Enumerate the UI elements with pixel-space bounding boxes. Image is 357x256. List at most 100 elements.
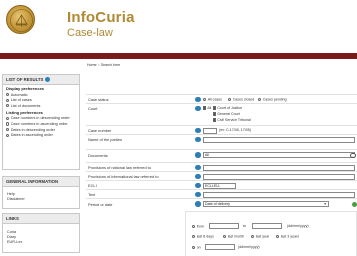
listing-option-case-desc[interactable]: Case numbers in descending order (3, 116, 79, 122)
option-label: on (196, 245, 201, 250)
links-panel: LINKS Curia Diary EUR-Lex (2, 213, 80, 253)
option-label: last 8 days (196, 234, 214, 239)
international-law-label: Provisions of international law referred… (88, 174, 159, 179)
radio-icon[interactable] (6, 93, 10, 97)
ecli-input[interactable]: ECLI:EU: (203, 182, 236, 189)
option-label: Cases pending (262, 97, 287, 102)
option-label: General Court (217, 112, 240, 116)
more-options-icon[interactable]: … (350, 152, 356, 158)
case-number-input[interactable] (203, 127, 217, 134)
option-label: Civil Service Tribunal (217, 118, 251, 122)
help-icon[interactable] (195, 182, 201, 188)
range-last-3-years[interactable]: last 3 years (276, 234, 299, 239)
eurlex-link[interactable]: EUR-Lex (3, 239, 79, 244)
results-panel-title: LIST OF RESULTS (3, 75, 79, 85)
general-info-title: GENERAL INFORMATION (3, 177, 79, 187)
documents-input[interactable]: All (203, 152, 355, 158)
option-label: Case numbers in ascending order (10, 121, 68, 126)
to-label: to (243, 224, 246, 228)
from-option[interactable]: from (192, 224, 204, 229)
date-range-panel: from to (dd/mm/yyyy) last 8 days last mo… (185, 211, 357, 256)
court-all-checkbox[interactable]: All (203, 106, 211, 110)
parties-label: Name of the parties (88, 137, 122, 142)
help-icon[interactable] (195, 96, 201, 102)
radio-icon[interactable] (228, 97, 232, 101)
checkbox-icon[interactable] (213, 118, 217, 122)
option-label: last year (255, 234, 270, 239)
results-panel: LIST OF RESULTS Display preferences Auto… (2, 74, 80, 170)
national-law-row: Provisions of national law referred to (86, 162, 357, 171)
on-date-format-hint: (dd/mm/yyyy) (238, 245, 260, 249)
range-last-8-days[interactable]: last 8 days (192, 234, 214, 239)
general-info-panel: GENERAL INFORMATION Help Disclaimer (2, 176, 80, 209)
help-icon[interactable] (45, 77, 51, 82)
checkbox-icon[interactable] (213, 106, 217, 110)
radio-icon[interactable] (6, 104, 10, 108)
case-status-row: Case status All cases Cases closed Cases… (86, 94, 357, 103)
radio-icon[interactable] (6, 98, 10, 102)
header-divider-bar (0, 53, 357, 59)
help-icon[interactable] (195, 136, 201, 142)
civil-service-checkbox[interactable]: Civil Service Tribunal (213, 118, 251, 122)
status-pending[interactable]: Cases pending (258, 97, 287, 102)
international-law-input[interactable] (203, 173, 355, 180)
display-preferences-heading: Display preferences (6, 86, 45, 91)
radio-icon[interactable] (251, 234, 255, 238)
chevron-down-icon: ▾ (324, 202, 326, 206)
radio-icon[interactable] (6, 128, 10, 132)
add-icon[interactable] (352, 201, 357, 207)
range-last-month[interactable]: last month (223, 234, 244, 239)
status-all[interactable]: All cases (203, 97, 222, 102)
case-number-hint: (ex: C-17/05, 17/05) (219, 128, 251, 133)
international-law-row: Provisions of international law referred… (86, 171, 357, 180)
national-law-input[interactable] (203, 164, 355, 171)
court-of-justice-checkbox[interactable]: Court of Justice (213, 106, 242, 110)
help-icon[interactable] (195, 191, 201, 197)
court-row: Court All Court of Justice General Court… (86, 103, 357, 124)
links-title: LINKS (3, 214, 79, 224)
radio-icon[interactable] (6, 116, 10, 121)
status-closed[interactable]: Cases closed (228, 97, 254, 102)
from-date-input[interactable] (209, 223, 239, 229)
case-number-row: Case number (ex: C-17/05, 17/05) (86, 125, 357, 134)
radio-icon[interactable] (276, 234, 280, 238)
radio-icon[interactable] (192, 224, 196, 228)
radio-icon[interactable] (192, 234, 196, 238)
option-label: All cases (207, 97, 223, 102)
option-label: List of cases (10, 98, 32, 103)
radio-icon[interactable] (192, 245, 196, 249)
help-icon[interactable] (195, 105, 201, 111)
help-icon[interactable] (195, 173, 201, 179)
help-icon[interactable] (195, 201, 201, 207)
option-label: Automatic (10, 92, 28, 97)
checkbox-icon[interactable] (203, 106, 207, 110)
radio-icon[interactable] (6, 133, 10, 137)
radio-icon[interactable] (258, 97, 262, 101)
to-date-input[interactable] (252, 223, 282, 229)
checkbox-icon[interactable] (213, 112, 217, 116)
range-last-year[interactable]: last year (251, 234, 269, 239)
period-select[interactable]: Date of delivery ▾ (203, 201, 329, 207)
on-date-input[interactable] (205, 244, 235, 250)
court-seal-logo[interactable] (6, 5, 35, 34)
text-row: Text (86, 189, 357, 198)
radio-icon[interactable] (223, 234, 227, 238)
listing-option-date-asc[interactable]: Dates in ascending order (3, 133, 79, 139)
general-court-checkbox[interactable]: General Court (213, 112, 240, 116)
option-label: from (196, 224, 204, 229)
disclaimer-link[interactable]: Disclaimer (3, 196, 79, 201)
breadcrumb-separator: > (97, 63, 100, 67)
help-icon[interactable] (195, 164, 201, 170)
radio-icon[interactable] (203, 97, 207, 101)
radio-icon[interactable] (6, 122, 10, 126)
brand-title: InfoCuria (67, 9, 135, 26)
listing-option-case-asc[interactable]: Case numbers in ascending order (3, 121, 79, 127)
case-number-label: Case number (88, 128, 112, 133)
court-label: Court (88, 106, 98, 111)
help-icon[interactable] (195, 127, 201, 133)
parties-input[interactable] (203, 136, 355, 143)
on-option[interactable]: on (192, 245, 201, 250)
help-icon[interactable] (195, 152, 201, 158)
text-input[interactable] (203, 191, 355, 198)
breadcrumb-home[interactable]: Home (87, 63, 97, 67)
